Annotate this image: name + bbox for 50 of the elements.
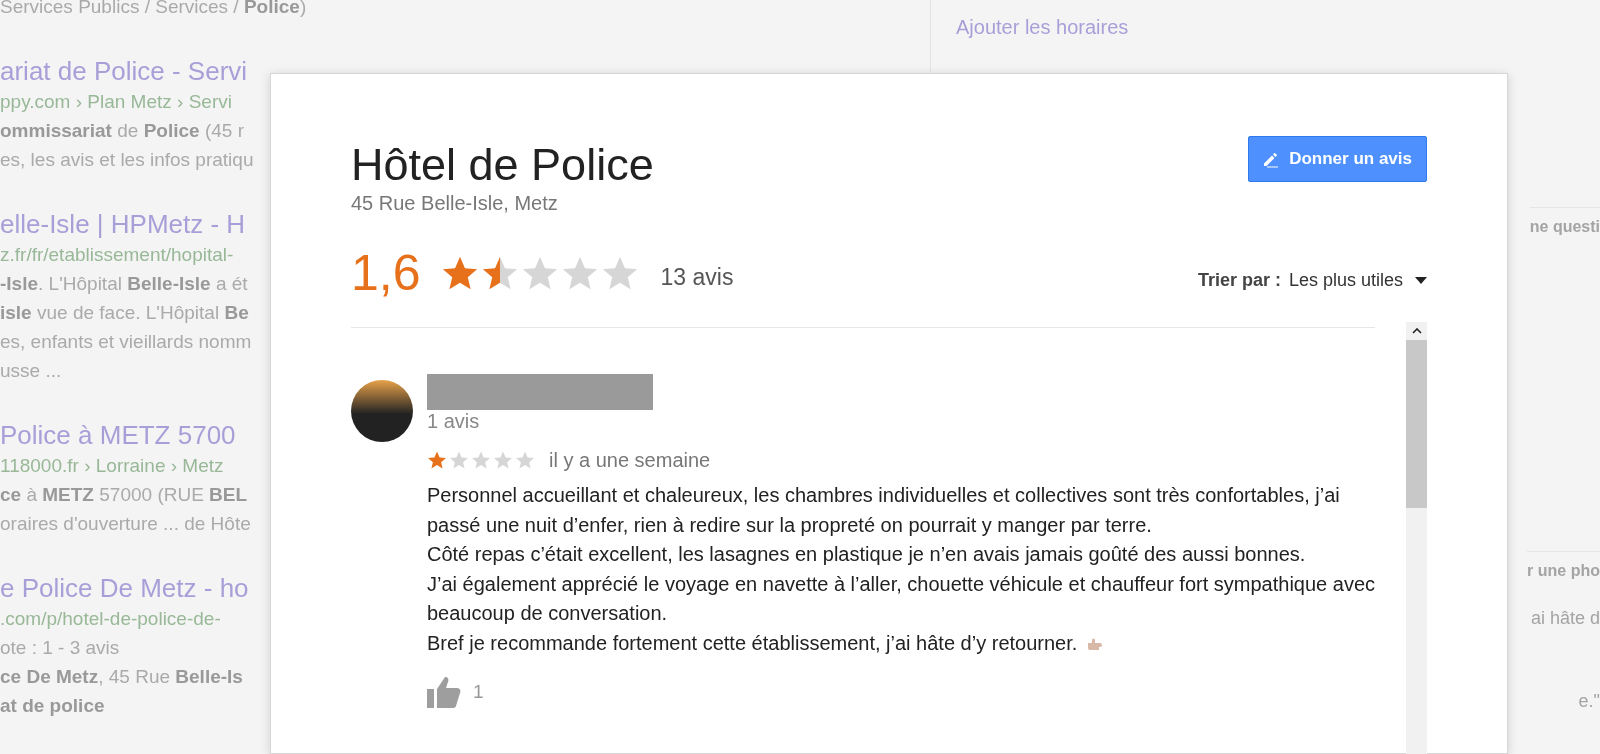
star-icon — [515, 450, 535, 470]
result-snippet: ommissariat de Police (45 r — [0, 119, 244, 143]
result-url: 118000.fr › Lorraine › Metz — [0, 454, 224, 478]
review-text: Personnel accueillant et chaleureux, les chambres individuelles et collectives sont très confortables, j’ai passé une nuit d’enfer, rien à redire sur la propreté on pourrait y manger par terre. — [427, 484, 1340, 536]
add-hours-link[interactable]: Ajouter les horaires — [956, 16, 1129, 39]
pointing-hand-icon — [1087, 637, 1104, 652]
result-title-link[interactable]: Police à METZ 5700 — [0, 419, 236, 451]
result-title-link[interactable]: e Police De Metz - ho — [0, 572, 249, 604]
place-address: 45 Rue Belle-Isle, Metz — [351, 192, 559, 215]
result-snippet: oraires d'ouverture ... de Hôte — [0, 512, 251, 536]
result-snippet: isle vue de face. L'Hôpital Be — [0, 301, 249, 325]
thumbs-up-icon — [427, 676, 463, 708]
review-time: il y a une semaine — [549, 448, 711, 472]
result-snippet: usse ... — [0, 359, 62, 383]
caret-icon — [1415, 276, 1427, 284]
result-title-link[interactable]: elle-Isle | HPMetz - H — [0, 208, 246, 240]
result-snippet: ce à METZ 57000 (RUE BEL — [0, 483, 248, 507]
reviewer-review-count: 1 avis — [427, 410, 481, 433]
result-url: ppy.com › Plan Metz › Servi — [0, 90, 232, 114]
write-review-button[interactable]: Donner un avis — [1248, 136, 1427, 182]
review-quote: e." — [1578, 691, 1600, 712]
scrollbar-thumb[interactable] — [1406, 340, 1427, 508]
like-count: 1 — [473, 681, 484, 703]
sort-label: Trier par : — [1197, 269, 1281, 291]
question-button[interactable]: ne questi — [1529, 207, 1600, 246]
star-icon — [427, 450, 447, 470]
result-title-link[interactable]: ariat de Police - Servi — [0, 55, 248, 87]
result-url: .com/p/hotel-de-police-de- — [0, 607, 221, 631]
review-text: Côté repas c’était excellent, les lasagnes en plastique je n’en avais jamais goûté des aussi bonnes. — [427, 543, 1306, 565]
result-snippet: ce De Metz, 45 Rue Belle-Is — [0, 665, 243, 689]
sort-dropdown[interactable]: Les plus utiles — [1288, 269, 1427, 291]
result-snippet: -Isle. L'Hôpital Belle-Isle a ét — [0, 272, 248, 296]
result-snippet: ote : 1 - 3 avis — [0, 636, 120, 660]
star-icon — [471, 450, 491, 470]
scrollbar[interactable] — [1406, 322, 1427, 754]
result-snippet: es, les avis et les infos pratiqu — [0, 148, 254, 172]
rating-score: 1,6 — [351, 244, 421, 302]
star-icon — [493, 450, 513, 470]
review-text: J’ai également apprécié le voyage en navette à l’aller, chouette véhicule et chauffeur fort sympathique avec beaucoup de conversation. — [427, 572, 1375, 624]
result-snippet: Services Publics / Services / Police) — [0, 0, 307, 19]
result-snippet: at de police — [0, 694, 105, 718]
place-title: Hôtel de Police — [351, 140, 654, 190]
star-icon — [449, 450, 469, 470]
photo-button[interactable]: r une pho — [1527, 551, 1600, 590]
review-quote: ai hâte d — [1530, 608, 1600, 629]
review-text: Bref je recommande fortement cette établissement, j’ai hâte d’y retourner. — [427, 631, 1078, 654]
scroll-up-icon — [1411, 328, 1422, 334]
review-count: 13 avis — [660, 263, 734, 291]
result-snippet: es, enfants et vieillards nomm — [0, 330, 252, 354]
result-url: z.fr/fr/etablissement/hopital- — [0, 243, 234, 267]
